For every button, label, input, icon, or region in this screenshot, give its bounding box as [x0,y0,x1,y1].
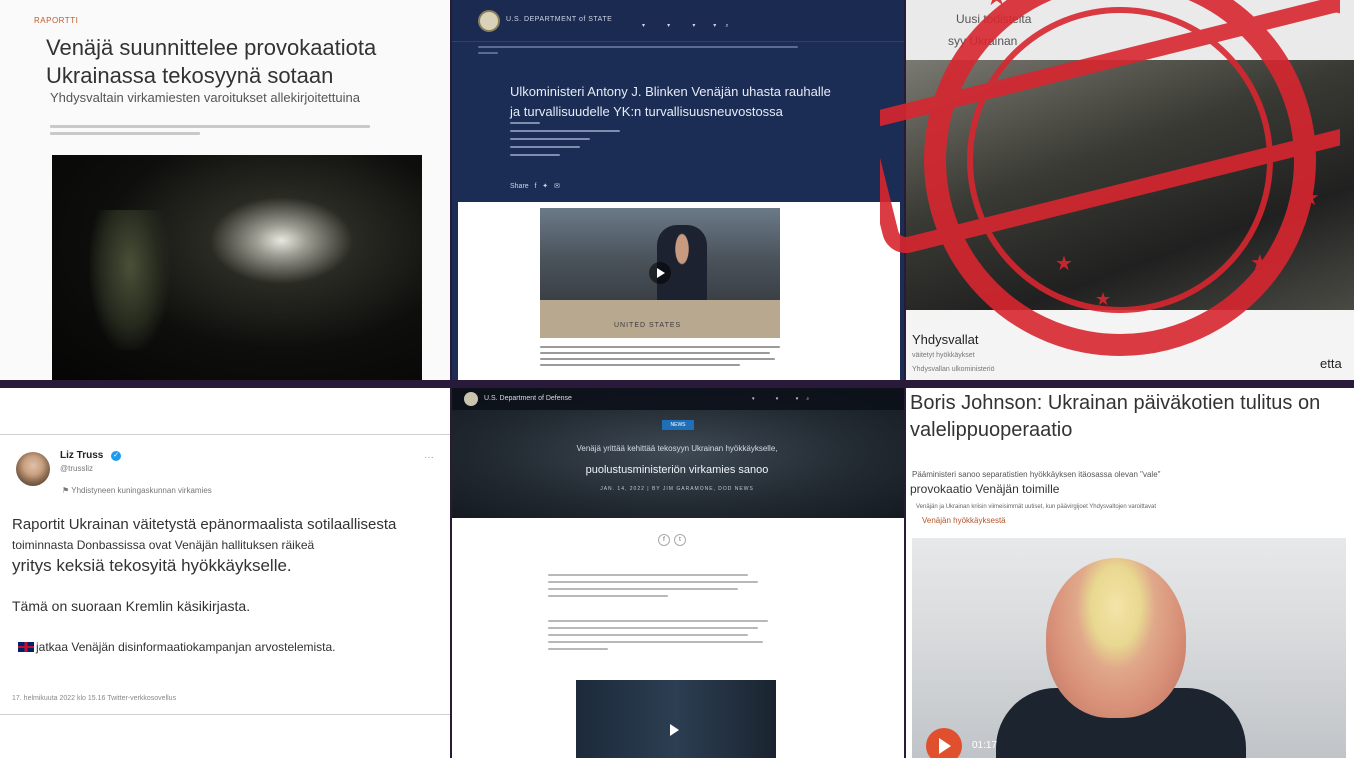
site-org-name[interactable]: U.S. DEPARTMENT of STATE [506,16,612,23]
divider [0,714,450,715]
grid-divider [0,380,1354,388]
state-dept-seal-icon [478,10,500,32]
tweet-text-line: Tämä on suoraan Kremlin käsikirjasta. [12,598,251,614]
divider [0,434,450,435]
tweet-author-handle[interactable]: @trussliz [60,464,93,473]
related-article[interactable]: Venäjän ja Ukrainan kriisin viimeisimmät… [916,504,1156,510]
council-desk [540,300,780,338]
site-nav[interactable]: ▾ ▾ ▾ ⌕ [752,396,810,402]
article-panel-state-dept: U.S. DEPARTMENT of STATE ▾ ▾ ▾ ▾ ⌕ Ulkom… [452,0,904,380]
verified-badge-icon: ✓ [111,451,121,461]
soldier-figure [90,210,170,350]
star-icon: ★ [1055,253,1073,275]
article-lead: Pääministeri sanoo separatistien hyökkäy… [912,470,1161,479]
person-portrait [1046,558,1186,718]
related-link[interactable]: Venäjän hyökkäyksestä [922,516,1006,525]
tweet-text-tail: jatkaa Venäjän disinformaatiokampanjan a… [36,640,336,654]
desk-nameplate: UNITED STATES [614,322,682,329]
article-panel-johnson: Boris Johnson: Ukrainan päiväkotien tuli… [906,388,1354,758]
share-row[interactable]: Share f ✦ ✉ [510,182,560,190]
article-text [540,346,780,370]
article-lead-emphasis: provokaatio Venäjän toimille [910,482,1060,496]
article-headline-line1[interactable]: Venäjä yrittää kehittää tekosyyn Ukraina… [552,444,802,453]
article-meta [510,122,630,162]
article-subheadline: Yhdysvaltain virkamiesten varoitukset al… [50,90,360,105]
article-headline-line2[interactable]: puolustusministeriön virkamies sanoo [567,464,787,476]
article-paragraph [548,620,798,655]
breadcrumb[interactable] [478,46,798,56]
share-label: Share [510,183,529,190]
star-icon: ★ [985,0,1008,11]
tweet-panel: Liz Truss ✓ @trussliz ··· ⚑ Yhdistyneen … [0,388,450,758]
article-byline [50,125,390,145]
article-kicker: RAPORTTI [34,16,79,25]
video-thumbnail[interactable] [576,680,776,758]
tweet-author-name[interactable]: Liz Truss [60,450,103,461]
star-icon: ★ [1095,289,1111,309]
news-badge: NEWS [662,420,694,430]
dod-seal-icon [464,392,478,406]
article-dateline: JAN. 14, 2022 | BY JIM GARAMONE, DOD NEW… [600,486,754,492]
tweet-text-line: Raportit Ukrainan väitetystä epänormaali… [12,516,397,533]
site-org-name[interactable]: U.S. Department of Defense [484,395,572,402]
tweet-text-line: jatkaa Venäjän disinformaatiokampanjan a… [18,640,336,654]
star-icon: ★ [1250,250,1270,275]
more-options-icon[interactable]: ··· [424,452,434,463]
video-duration: 01:17 [972,740,998,751]
article-paragraph [548,574,798,602]
avatar[interactable] [16,452,50,486]
site-header: U.S. DEPARTMENT of STATE ▾ ▾ ▾ ▾ ⌕ [452,0,904,42]
article-headline[interactable]: Venäjä suunnittelee provokaatiota Ukrain… [46,34,426,90]
tweet-text-line: toiminnasta Donbassissa ovat Venäjän hal… [12,538,315,552]
article-headline[interactable]: Boris Johnson: Ukrainan päiväkotien tuli… [910,390,1350,444]
play-icon[interactable] [670,724,679,736]
twitter-icon[interactable]: t [674,534,686,546]
grid-divider [450,0,452,758]
site-nav[interactable]: ▾ ▾ ▾ ▾ ⌕ [642,22,729,30]
uk-flag-icon [18,642,34,652]
share-buttons[interactable]: ft [658,528,698,546]
facebook-icon[interactable]: f [658,534,670,546]
site-header: U.S. Department of Defense ▾ ▾ ▾ ⌕ [452,388,904,410]
government-label-text: Yhdistyneen kuningaskunnan virkamies [71,486,212,495]
tweet-text-line: yritys keksiä tekosyitä hyökkäykselle. [12,556,292,575]
tweet-timestamp[interactable]: 17. helmikuuta 2022 klo 15.16 Twitter-ve… [12,695,176,702]
play-button-icon[interactable] [926,728,962,758]
article-headline[interactable]: Ulkoministeri Antony J. Blinken Venäjän … [510,82,840,122]
star-icon: ★ [1300,185,1320,210]
article-panel-report: RAPORTTI Venäjä suunnittelee provokaatio… [0,0,450,380]
article-panel-defense: U.S. Department of Defense ▾ ▾ ▾ ⌕ NEWS … [452,388,904,758]
play-icon[interactable] [649,262,671,284]
fake-stamp: ★ ★ ★ ★ ★ [880,0,1340,356]
government-label: ⚑ Yhdistyneen kuningaskunnan virkamies [62,486,212,495]
